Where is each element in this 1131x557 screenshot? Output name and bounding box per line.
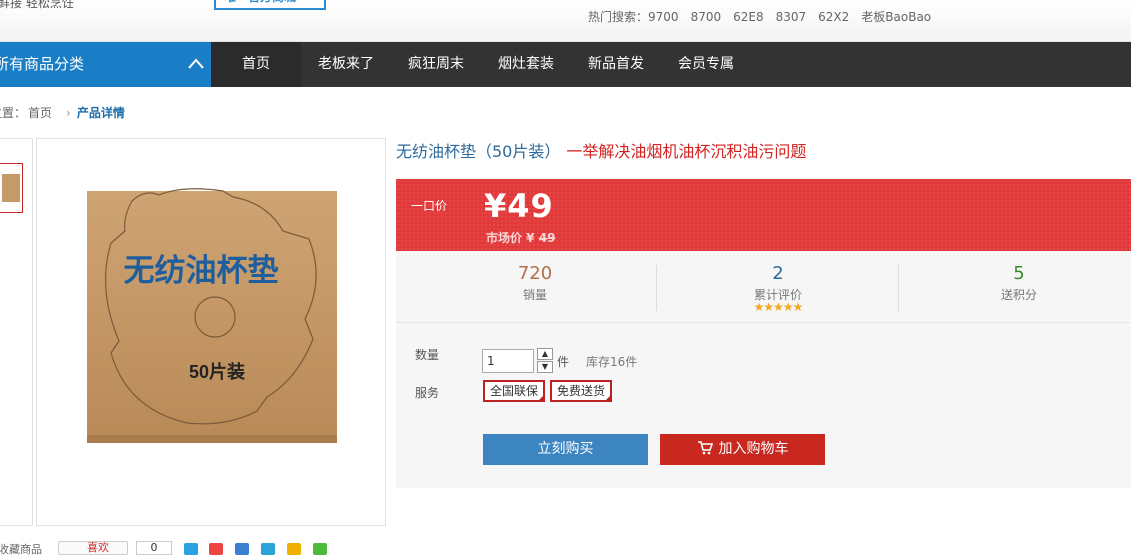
like-label: 喜欢 <box>87 541 109 554</box>
share-qq-icon[interactable] <box>261 543 275 555</box>
breadcrumb-separator-icon: › <box>66 106 71 120</box>
market-price-value: 49 <box>538 231 556 245</box>
quantity-increase-icon[interactable]: ▲ <box>537 348 553 360</box>
hot-search-link[interactable]: 62E8 <box>733 10 764 24</box>
share-t-icon[interactable] <box>287 543 301 555</box>
purchase-panel: 数量 ▲ ▼ 件 库存16件 服务 全国联保 免费送货 立刻购买 加入购物车 <box>396 323 1131 488</box>
stat-sales-label: 销量 <box>522 288 547 302</box>
hot-search-link[interactable]: 8700 <box>691 10 722 24</box>
product-title: 无纺油杯垫（50片装） 一举解决油烟机油杯沉积油污问题 <box>396 138 806 162</box>
hot-search-link[interactable]: 9700 <box>648 10 679 24</box>
nav-item-home[interactable]: 首页 <box>211 42 301 87</box>
share-qzone-icon[interactable] <box>184 543 198 555</box>
stat-points-label: 送积分 <box>1000 288 1037 302</box>
official-store-badge: 唯一官方商城 <box>214 0 326 10</box>
stat-reviews[interactable]: 2 累计评价 ★★★★★ <box>658 263 898 314</box>
quantity-decrease-icon[interactable]: ▼ <box>537 361 553 373</box>
quantity-label: 数量 <box>415 348 440 362</box>
thumbnail-list <box>0 138 33 526</box>
hot-search-label: 热门搜索： <box>588 10 649 24</box>
stat-points-value: 5 <box>1013 263 1025 284</box>
buy-now-label: 立刻购买 <box>537 441 594 457</box>
selected-check-icon <box>604 394 613 402</box>
hot-search-link[interactable]: 8307 <box>776 10 807 24</box>
image-text-main: 无纺油杯垫 <box>124 253 279 288</box>
product-main-image: 无纺油杯垫 50片装 <box>36 138 386 526</box>
stat-sales: 720 销量 <box>415 263 655 303</box>
share-weibo-icon[interactable] <box>209 543 223 555</box>
stat-points: 5 送积分 <box>899 263 1131 303</box>
quantity-input[interactable] <box>482 349 534 373</box>
breadcrumb-current: 产品详情 <box>76 106 125 120</box>
market-price: 市场价 ¥ 49 <box>486 229 555 246</box>
all-categories-label: 所有商品分类 <box>0 55 85 73</box>
stat-sales-value: 720 <box>517 263 553 284</box>
breadcrumb: 位置：首页 › 产品详情 <box>0 104 125 121</box>
hot-search-bar: 热门搜索：9700 8700 62E8 8307 62X2 老板BaoBao <box>588 8 943 25</box>
add-to-cart-label: 加入购物车 <box>718 441 789 457</box>
product-box-image: 无纺油杯垫 50片装 <box>87 188 337 443</box>
share-wechat-icon[interactable] <box>313 543 327 555</box>
share-tencent-icon[interactable] <box>235 543 249 555</box>
stats-panel: 720 销量 2 累计评价 ★★★★★ 5 送积分 <box>396 251 1131 323</box>
thumbnail-image <box>2 174 20 202</box>
price-label: 一口价 <box>411 199 448 213</box>
nav-item-new[interactable]: 新品首发 <box>571 42 661 87</box>
nav-item-weekend[interactable]: 疯狂周末 <box>391 42 481 87</box>
hot-search-link[interactable]: 老板BaoBao <box>861 10 931 24</box>
top-header: 鲜接 轻松烹饪 唯一官方商城 热门搜索：9700 8700 62E8 8307 62X2… <box>0 0 1131 42</box>
selected-check-icon <box>537 394 546 402</box>
cart-icon <box>697 440 713 454</box>
main-nav: 所有商品分类 首页 老板来了 疯狂周末 烟灶套装 新品首发 会员专属 <box>0 42 1131 87</box>
header-tagline: 鲜接 轻松烹饪 <box>0 0 74 10</box>
stat-reviews-value: 2 <box>772 263 784 284</box>
product-name: 无纺油杯垫（50片装） <box>396 142 561 161</box>
breadcrumb-prefix: 位置： <box>0 106 27 120</box>
stock-text: 库存16件 <box>586 355 638 369</box>
all-categories-button[interactable]: 所有商品分类 <box>0 42 211 87</box>
add-to-cart-button[interactable]: 加入购物车 <box>660 434 825 465</box>
service-option-warranty[interactable]: 全国联保 <box>483 380 546 402</box>
price-panel: 一口价 ¥49 市场价 ¥ 49 <box>396 179 1131 251</box>
service-option-label: 免费送货 <box>557 384 606 398</box>
buy-now-button[interactable]: 立刻购买 <box>483 434 648 465</box>
market-price-label: 市场价 ¥ <box>486 231 535 245</box>
nav-item-members[interactable]: 会员专属 <box>661 42 751 87</box>
product-thumbnail[interactable] <box>0 163 23 213</box>
rating-stars-icon: ★★★★★ <box>753 300 804 314</box>
service-option-delivery[interactable]: 免费送货 <box>550 380 613 402</box>
breadcrumb-home[interactable]: 首页 <box>28 106 52 120</box>
nav-item-boss[interactable]: 老板来了 <box>301 42 391 87</box>
nav-item-sets[interactable]: 烟灶套装 <box>481 42 571 87</box>
product-subtitle: 一举解决油烟机油杯沉积油污问题 <box>566 142 807 161</box>
quantity-unit: 件 <box>557 355 570 369</box>
image-text-sub: 50片装 <box>189 361 245 382</box>
chevron-up-icon <box>188 58 204 69</box>
service-option-label: 全国联保 <box>490 384 539 398</box>
stat-divider <box>656 265 657 311</box>
price-value: ¥49 <box>484 187 554 225</box>
service-label: 服务 <box>415 386 440 400</box>
hot-search-link[interactable]: 62X2 <box>818 10 849 24</box>
